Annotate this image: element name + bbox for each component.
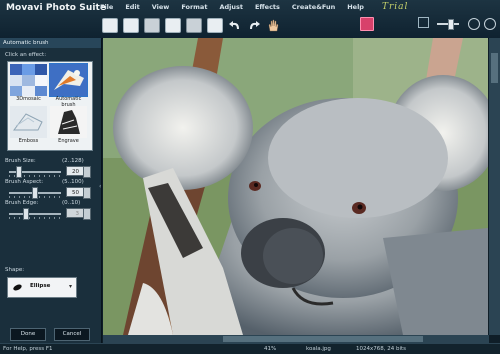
red-eye-icon[interactable] (360, 17, 374, 31)
new-icon[interactable] (102, 17, 118, 33)
brush-edge-range: (0..10) (62, 200, 81, 206)
zoom-in-icon[interactable] (484, 18, 496, 30)
shape-label: Shape: (5, 267, 25, 273)
brush-aspect-knob[interactable] (32, 187, 38, 199)
menu-file[interactable]: File (100, 3, 113, 11)
undo-icon[interactable] (228, 19, 242, 32)
effects-gallery: 3Dmosaic Automatic brush Emboss Engrave (7, 61, 93, 151)
effects-panel: Automatic brush Click an effect: 3Dmosai… (0, 38, 102, 343)
vertical-scroll-thumb[interactable] (491, 53, 498, 83)
app-title: Movavi Photo Suite (6, 3, 107, 13)
status-bar: For Help, press F1 41% koala.jpg 1024x76… (0, 343, 500, 354)
cancel-button[interactable]: Cancel (54, 328, 90, 341)
status-dims: 1024x768, 24 bits (356, 346, 407, 352)
3dmosaic-thumb (10, 64, 47, 96)
scan-icon[interactable] (186, 17, 202, 33)
zoom-out-icon[interactable] (468, 18, 480, 30)
brush-edge-slider-row: 3 (7, 208, 95, 220)
title-toolbar-area: Movavi Photo Suite File Edit View Format… (0, 0, 500, 39)
brush-edge-ticks (9, 217, 61, 219)
brush-aspect-slider-row: 50 (7, 187, 95, 199)
brush-edge-label: Brush Edge: (5, 200, 39, 206)
image-canvas[interactable] (103, 38, 488, 335)
brush-size-spinner[interactable] (83, 166, 91, 178)
status-file: koala.jpg (306, 346, 331, 352)
effect-label: 3Dmosaic (16, 96, 41, 102)
emboss-thumb (10, 106, 47, 138)
menu-edit[interactable]: Edit (125, 3, 139, 11)
effect-engrave[interactable]: Engrave (50, 106, 87, 144)
trial-label: Trial (382, 2, 409, 12)
print-icon[interactable] (144, 17, 160, 33)
ellipse-brush-icon (12, 283, 23, 292)
main-toolbar (102, 17, 285, 33)
engrave-thumb (50, 106, 87, 138)
menu-format[interactable]: Format (181, 3, 207, 11)
effect-emboss[interactable]: Emboss (10, 106, 47, 144)
effect-label: Emboss (18, 138, 39, 144)
redo-icon[interactable] (247, 19, 261, 32)
brush-size-range: (2..128) (62, 158, 84, 164)
menu-create-fun[interactable]: Create&Fun (292, 3, 335, 11)
crop-icon[interactable] (207, 17, 223, 33)
hand-icon[interactable] (266, 19, 280, 32)
panel-title: Automatic brush (0, 38, 101, 48)
click-effect-label: Click an effect: (5, 52, 47, 58)
brush-size-label: Brush Size: (5, 158, 36, 164)
effect-label: Engrave (58, 138, 79, 144)
open-icon[interactable] (123, 17, 139, 33)
shape-value: Ellipse (30, 283, 51, 289)
brush-edge-spinner[interactable] (83, 208, 91, 220)
effect-3dmosaic[interactable]: 3Dmosaic (10, 64, 47, 102)
menu-effects[interactable]: Effects (255, 3, 280, 11)
vertical-scrollbar[interactable] (489, 38, 500, 335)
koala-photo (103, 38, 488, 335)
menu-adjust[interactable]: Adjust (219, 3, 243, 11)
effect-automatic-brush[interactable]: Automatic brush (49, 63, 88, 108)
done-button[interactable]: Done (10, 328, 46, 341)
brush-size-knob[interactable] (16, 166, 22, 178)
menu-help[interactable]: Help (347, 3, 364, 11)
save-icon[interactable] (165, 17, 181, 33)
brush-aspect-range: (5..100) (62, 179, 84, 185)
fit-icon[interactable] (418, 17, 429, 28)
brush-edge-track[interactable] (9, 213, 61, 215)
shape-dropdown[interactable]: Ellipse ▾ (7, 277, 77, 298)
automatic-brush-thumb (49, 63, 88, 97)
menu-view[interactable]: View (152, 3, 170, 11)
status-help: For Help, press F1 (3, 346, 53, 352)
status-zoom: 41% (264, 346, 277, 352)
horizontal-scroll-thumb[interactable] (223, 336, 423, 342)
chevron-down-icon: ▾ (69, 283, 73, 290)
menu-bar: File Edit View Format Adjust Effects Cre… (100, 3, 376, 11)
horizontal-scrollbar[interactable] (103, 335, 489, 343)
brush-aspect-label: Brush Aspect: (5, 179, 44, 185)
zoom-slider-knob[interactable] (448, 19, 454, 30)
brush-size-slider-row: 20 (7, 166, 95, 178)
brush-edge-knob[interactable] (23, 208, 29, 220)
effects-scrollbar[interactable] (92, 62, 93, 150)
brush-aspect-spinner[interactable] (83, 187, 91, 199)
